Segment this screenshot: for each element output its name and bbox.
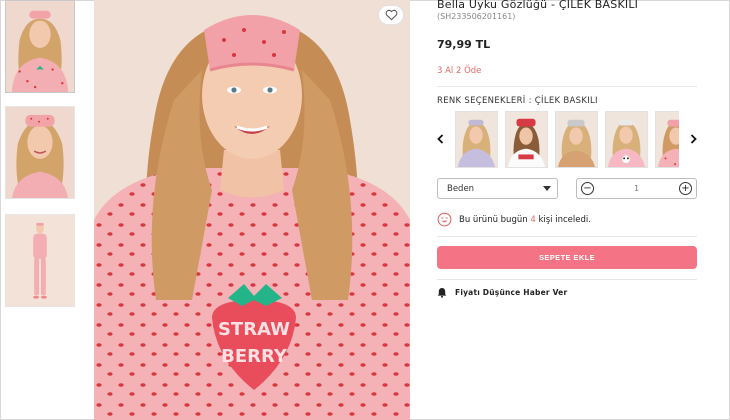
heart-icon: [385, 9, 397, 21]
price-alert-label: Fiyatı Düşünce Haber Ver: [455, 288, 568, 297]
product-code: (SH233506201161): [437, 12, 516, 21]
thumbnail-1[interactable]: [5, 0, 75, 93]
promo-badge: 3 Al 2 Öde: [437, 66, 482, 76]
color-swatch-pink-strawberry[interactable]: [655, 111, 679, 168]
divider: [437, 279, 697, 280]
caret-down-icon: [543, 186, 551, 191]
add-to-cart-button[interactable]: SEPETE EKLE: [437, 246, 697, 269]
price-alert-link[interactable]: Fiyatı Düşünce Haber Ver: [437, 287, 567, 298]
size-select[interactable]: Beden: [437, 178, 558, 199]
quantity-decrease-button[interactable]: −: [581, 182, 594, 195]
color-swatch-pink-panda[interactable]: [605, 111, 648, 168]
viewers-notice: Bu ürünü bugün 4 kişi inceledi.: [437, 212, 591, 227]
bell-icon: [437, 288, 447, 298]
svg-text:STRAW: STRAW: [218, 319, 290, 340]
size-select-label: Beden: [447, 183, 475, 194]
chevron-right-icon: [690, 134, 697, 144]
viewers-suffix: kişi inceledi.: [538, 214, 591, 225]
svg-text:BERRY: BERRY: [221, 346, 288, 367]
divider: [437, 236, 697, 237]
favorite-button[interactable]: [378, 5, 404, 25]
divider: [437, 86, 697, 87]
product-price: 79,99 TL: [437, 38, 491, 51]
color-next-button[interactable]: [688, 132, 698, 146]
thumbnail-3[interactable]: [5, 214, 75, 307]
thumbnail-2[interactable]: [5, 106, 75, 199]
quantity-stepper: − 1 +: [576, 178, 697, 199]
main-product-image[interactable]: STRAW BERRY: [94, 0, 410, 420]
color-swatch-white-red[interactable]: [505, 111, 548, 168]
quantity-value[interactable]: 1: [634, 184, 639, 193]
viewers-count: 4: [530, 214, 536, 225]
color-swatch-list: [455, 111, 679, 168]
quantity-increase-button[interactable]: +: [679, 182, 692, 195]
viewers-prefix: Bu ürünü bugün: [459, 214, 528, 225]
product-title: Bella Uyku Gözlüğü - ÇİLEK BASKILI: [437, 0, 639, 11]
color-options-label: RENK SEÇENEKLERİ : ÇİLEK BASKILI: [437, 96, 598, 106]
chevron-left-icon: [436, 134, 443, 144]
color-swatch-grey[interactable]: [555, 111, 598, 168]
color-prev-button[interactable]: [435, 132, 445, 146]
smile-icon: [437, 212, 452, 227]
color-swatch-lilac[interactable]: [455, 111, 498, 168]
